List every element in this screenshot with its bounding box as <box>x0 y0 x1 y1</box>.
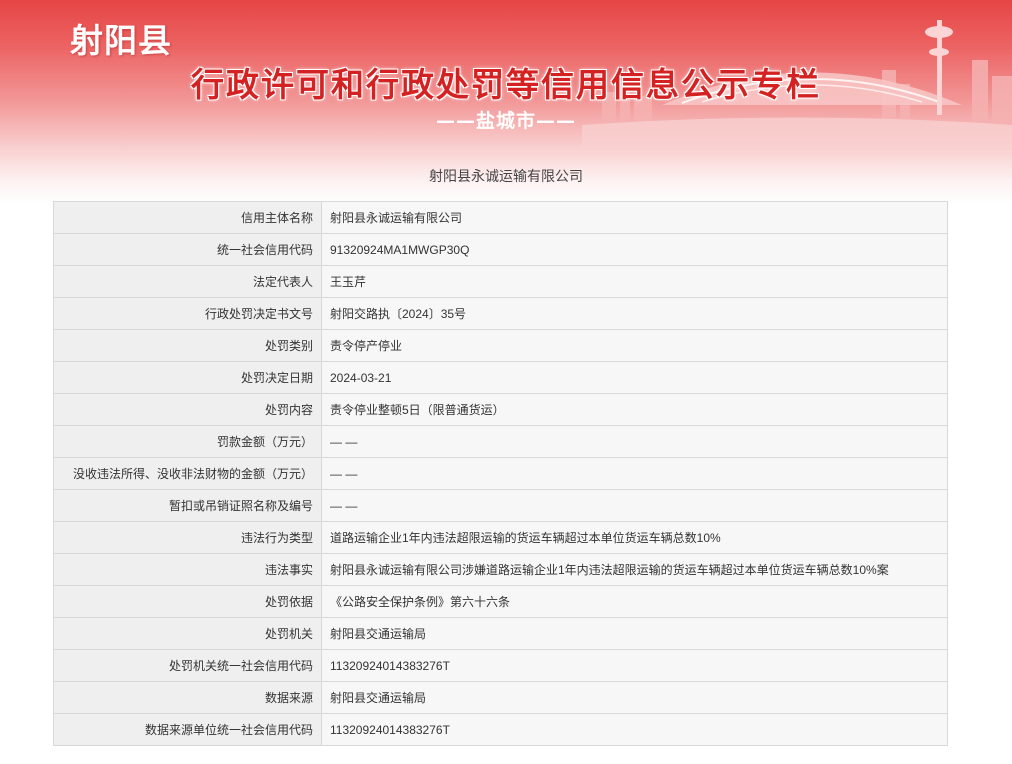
row-value: 射阳县永诚运输有限公司 <box>321 201 948 234</box>
row-value: 射阳交路执〔2024〕35号 <box>321 297 948 330</box>
table-row: 法定代表人 王玉芹 <box>53 265 948 298</box>
row-label: 处罚机关 <box>53 617 322 650</box>
row-label: 没收违法所得、没收非法财物的金额（万元） <box>53 457 322 490</box>
row-value: 王玉芹 <box>321 265 948 298</box>
row-label: 处罚依据 <box>53 585 322 618</box>
credit-info-table: 信用主体名称 射阳县永诚运输有限公司 统一社会信用代码 91320924MA1MWGP… <box>53 201 948 746</box>
row-value: 射阳县交通运输局 <box>321 681 948 714</box>
table-row: 处罚内容 责令停业整顿5日（限普通货运） <box>53 393 948 426</box>
table-row: 处罚机关 射阳县交通运输局 <box>53 617 948 650</box>
row-value: — — <box>321 489 948 522</box>
row-value: — — <box>321 457 948 490</box>
row-label: 处罚内容 <box>53 393 322 426</box>
row-value: 《公路安全保护条例》第六十六条 <box>321 585 948 618</box>
county-title: 射阳县 <box>70 21 172 60</box>
table-row: 处罚决定日期 2024-03-21 <box>53 361 948 394</box>
table-row: 统一社会信用代码 91320924MA1MWGP30Q <box>53 233 948 266</box>
row-value: 责令停业整顿5日（限普通货运） <box>321 393 948 426</box>
row-value: — — <box>321 425 948 458</box>
row-label: 统一社会信用代码 <box>53 233 322 266</box>
table-row: 没收违法所得、没收非法财物的金额（万元） — — <box>53 457 948 490</box>
row-label: 处罚决定日期 <box>53 361 322 394</box>
row-value: 2024-03-21 <box>321 361 948 394</box>
row-label: 罚款金额（万元） <box>53 425 322 458</box>
company-title: 射阳县永诚运输有限公司 <box>429 169 583 185</box>
row-label: 数据来源 <box>53 681 322 714</box>
row-value: 道路运输企业1年内违法超限运输的货运车辆超过本单位货运车辆总数10% <box>321 521 948 554</box>
table-row: 违法事实 射阳县永诚运输有限公司涉嫌道路运输企业1年内违法超限运输的货运车辆超过本… <box>53 553 948 586</box>
table-row: 处罚类别 责令停产停业 <box>53 329 948 362</box>
table-row: 信用主体名称 射阳县永诚运输有限公司 <box>53 201 948 234</box>
row-label: 暂扣或吊销证照名称及编号 <box>53 489 322 522</box>
row-label: 数据来源单位统一社会信用代码 <box>53 713 322 746</box>
row-label: 违法行为类型 <box>53 521 322 554</box>
table-row: 数据来源单位统一社会信用代码 11320924014383276T <box>53 713 948 746</box>
row-label: 处罚机关统一社会信用代码 <box>53 649 322 682</box>
row-value: 责令停产停业 <box>321 329 948 362</box>
table-row: 处罚机关统一社会信用代码 11320924014383276T <box>53 649 948 682</box>
row-value: 91320924MA1MWGP30Q <box>321 233 948 266</box>
table-row: 罚款金额（万元） — — <box>53 425 948 458</box>
row-value: 射阳县交通运输局 <box>321 617 948 650</box>
row-label: 违法事实 <box>53 553 322 586</box>
row-label: 法定代表人 <box>53 265 322 298</box>
row-value: 11320924014383276T <box>321 713 948 746</box>
row-value: 11320924014383276T <box>321 649 948 682</box>
table-row: 数据来源 射阳县交通运输局 <box>53 681 948 714</box>
page-headline: 行政许可和行政处罚等信用信息公示专栏 <box>191 65 821 104</box>
table-row: 行政处罚决定书文号 射阳交路执〔2024〕35号 <box>53 297 948 330</box>
row-label: 信用主体名称 <box>53 201 322 234</box>
table-row: 违法行为类型 道路运输企业1年内违法超限运输的货运车辆超过本单位货运车辆总数10% <box>53 521 948 554</box>
row-value: 射阳县永诚运输有限公司涉嫌道路运输企业1年内违法超限运输的货运车辆超过本单位货运… <box>321 553 948 586</box>
table-row: 处罚依据 《公路安全保护条例》第六十六条 <box>53 585 948 618</box>
table-row: 暂扣或吊销证照名称及编号 — — <box>53 489 948 522</box>
row-label: 行政处罚决定书文号 <box>53 297 322 330</box>
city-subtitle: ——盐城市—— <box>435 110 576 132</box>
row-label: 处罚类别 <box>53 329 322 362</box>
